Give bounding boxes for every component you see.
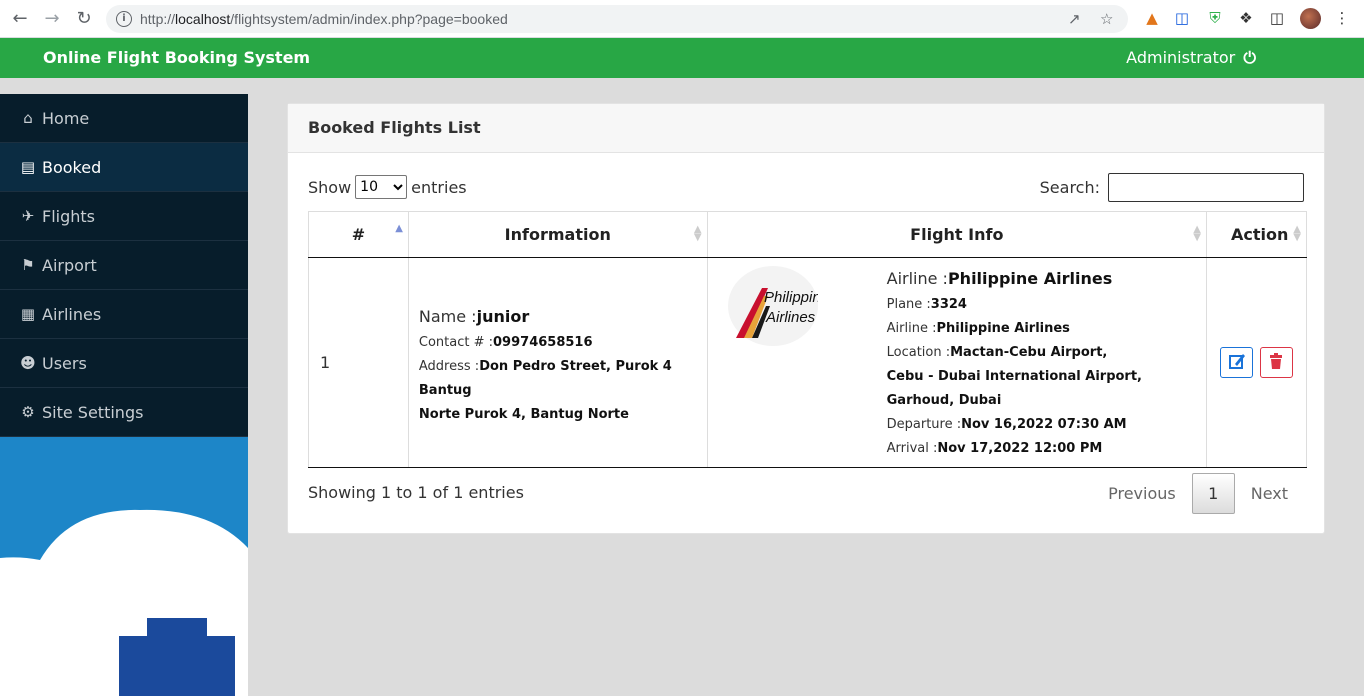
sidebar-item-site-settings[interactable]: ⚙ Site Settings — [0, 388, 248, 437]
flight-information: Philippine Airlines Airline :Philippine … — [706, 257, 1208, 468]
booked-flights-table: # ▲ Information ▲ ▼ Flight Info ▲ ▼ Action ▲ ▼ … — [308, 211, 1307, 468]
page-length-select[interactable]: 10 — [355, 175, 408, 199]
passenger-address-line2: Norte Purok 4, Bantug Norte — [418, 406, 629, 422]
url-text[interactable]: http://localhost/flightsystem/admin/inde… — [140, 11, 508, 27]
sort-ascending-icon: ▲ — [395, 223, 403, 234]
pagination: Previous 1 Next — [1092, 473, 1304, 514]
sidebar: ⌂ Home ▤ Booked ✈ Flights ⚑ Airport ▦ Ai… — [0, 94, 248, 696]
app-title: Online Flight Booking System — [43, 48, 311, 67]
flight-details: Airline :Philippine Airlines Plane :3324… — [886, 269, 1142, 456]
airline-logo: Philippine Airlines — [727, 266, 829, 346]
bitwarden-extension-icon[interactable]: ◫ — [1173, 9, 1191, 27]
show-label: Show — [308, 177, 352, 197]
table-info: Showing 1 to 1 of 1 entries — [308, 483, 524, 502]
sidebar-item-airlines[interactable]: ▦ Airlines — [0, 290, 248, 339]
passenger-information: Name :junior Contact # :09974658516 Addr… — [407, 257, 708, 468]
browser-menu-icon[interactable]: ⋮ — [1333, 9, 1351, 27]
bookmark-star-icon[interactable]: ☆ — [1100, 10, 1113, 28]
reload-icon[interactable]: ↻ — [72, 7, 96, 31]
side-panel-icon[interactable]: ◫ — [1268, 9, 1286, 27]
sidebar-menu: ⌂ Home ▤ Booked ✈ Flights ⚑ Airport ▦ Ai… — [0, 94, 248, 437]
share-icon[interactable]: ↗ — [1068, 10, 1081, 28]
sidebar-item-label: Airport — [42, 255, 97, 275]
admin-label: Administrator — [1126, 48, 1236, 67]
arrival-time: Nov 17,2022 12:00 PM — [937, 441, 1103, 456]
trash-icon — [1270, 353, 1283, 369]
delete-button[interactable] — [1259, 347, 1293, 378]
passenger-name: junior — [476, 306, 530, 326]
sidebar-item-home[interactable]: ⌂ Home — [0, 94, 248, 143]
row-actions — [1206, 257, 1307, 468]
book-icon: ▤ — [20, 158, 36, 176]
plane-number: 3324 — [930, 297, 967, 312]
power-icon[interactable]: ⏻ — [1243, 48, 1256, 67]
card-title: Booked Flights List — [288, 104, 1324, 153]
sidebar-item-booked[interactable]: ▤ Booked — [0, 143, 248, 192]
column-header-number[interactable]: # ▲ — [308, 211, 409, 258]
airline-name-detail: Philippine Airlines — [936, 321, 1070, 336]
next-page-button[interactable]: Next — [1235, 484, 1304, 503]
column-header-flight-info[interactable]: Flight Info ▲ ▼ — [706, 211, 1208, 258]
users-icon: ☻ — [20, 354, 36, 372]
gear-icon: ⚙ — [21, 403, 35, 421]
location-line3: Garhoud, Dubai — [886, 393, 1002, 408]
map-icon: ⚑ — [21, 256, 35, 274]
metamask-extension-icon[interactable]: ▲ — [1143, 9, 1161, 27]
sidebar-item-flights[interactable]: ✈ Flights — [0, 192, 248, 241]
admin-user-menu[interactable]: Administrator ⏻ — [1126, 48, 1256, 68]
svg-text:Airlines: Airlines — [765, 309, 816, 326]
sidebar-item-users[interactable]: ☻ Users — [0, 339, 248, 388]
sidebar-item-label: Airlines — [42, 304, 102, 324]
airline-name: Philippine Airlines — [947, 269, 1113, 288]
sort-icon: ▲ ▼ — [693, 224, 702, 243]
search-control: Search: — [1040, 173, 1304, 202]
address-bar[interactable]: i http://localhost/flightsystem/admin/in… — [106, 5, 1128, 33]
svg-text:Philippine: Philippine — [764, 289, 818, 306]
sort-icon: ▲ ▼ — [1293, 224, 1301, 243]
home-icon: ⌂ — [23, 109, 33, 127]
app-header: Online Flight Booking System Administrat… — [0, 38, 1364, 78]
back-arrow-icon[interactable]: ← — [8, 7, 32, 31]
column-header-action[interactable]: Action ▲ ▼ — [1206, 211, 1307, 258]
edit-icon — [1228, 354, 1245, 369]
previous-page-button[interactable]: Previous — [1092, 484, 1192, 503]
building-icon: ▦ — [20, 305, 36, 323]
site-info-icon[interactable]: i — [116, 11, 132, 27]
row-number: 1 — [308, 257, 409, 468]
sort-icon: ▲ ▼ — [1193, 224, 1201, 243]
extensions-puzzle-icon[interactable]: ❖ — [1237, 9, 1255, 27]
sidebar-item-label: Home — [42, 108, 90, 128]
search-input[interactable] — [1108, 173, 1304, 202]
shield-extension-icon[interactable]: ⛨ — [1206, 9, 1224, 27]
entries-label: entries — [411, 177, 467, 197]
search-label: Search: — [1039, 178, 1100, 197]
table-row: 1 Name :junior Contact # :09974658516 Ad… — [308, 257, 1307, 468]
page-length-control: Show 10 entries — [308, 175, 467, 199]
page-1-button[interactable]: 1 — [1191, 473, 1235, 514]
passenger-contact: 09974658516 — [493, 334, 593, 350]
departure-time: Nov 16,2022 07:30 AM — [961, 417, 1127, 432]
forward-arrow-icon[interactable]: → — [40, 7, 64, 31]
sidebar-item-label: Site Settings — [42, 402, 144, 422]
sidebar-item-label: Flights — [42, 206, 95, 226]
profile-avatar[interactable] — [1300, 8, 1321, 29]
location-line2: Cebu - Dubai International Airport, — [886, 369, 1142, 384]
column-header-information[interactable]: Information ▲ ▼ — [407, 211, 708, 258]
sidebar-background-illustration — [0, 509, 248, 696]
sidebar-item-label: Booked — [42, 157, 102, 177]
edit-button[interactable] — [1220, 347, 1254, 378]
browser-toolbar: ← → ↻ i http://localhost/flightsystem/ad… — [0, 0, 1364, 38]
sidebar-item-airport[interactable]: ⚑ Airport — [0, 241, 248, 290]
sidebar-item-label: Users — [42, 353, 87, 373]
location-line1: Mactan-Cebu Airport, — [950, 345, 1108, 360]
table-header-row: # ▲ Information ▲ ▼ Flight Info ▲ ▼ Action ▲ ▼ — [308, 211, 1307, 258]
booked-flights-card: Booked Flights List Show 10 entries Sear… — [287, 103, 1325, 534]
plane-icon: ✈ — [21, 207, 35, 225]
